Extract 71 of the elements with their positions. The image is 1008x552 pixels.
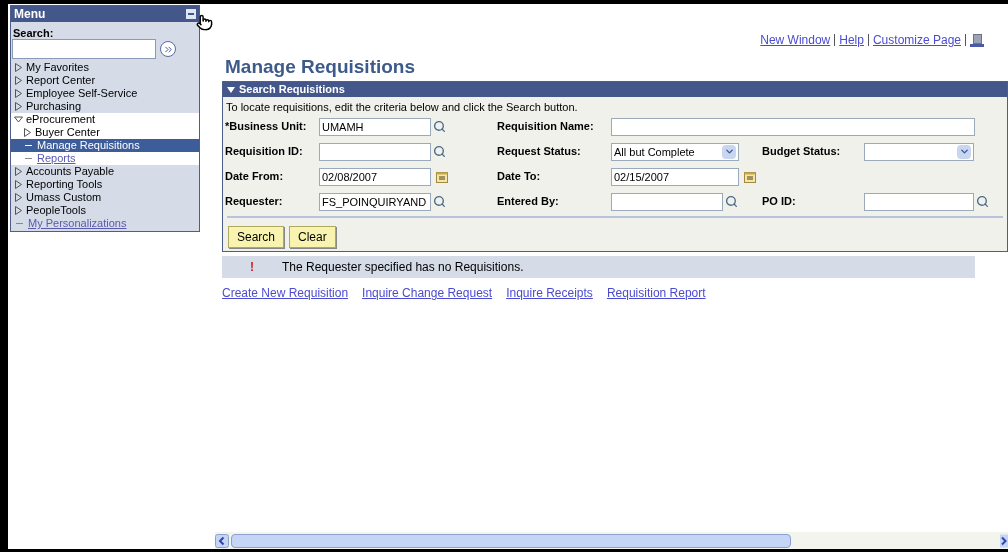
action-button[interactable]: Search xyxy=(228,226,285,248)
field-label: Budget Status: xyxy=(762,144,842,160)
search-lookup-icon[interactable] xyxy=(433,120,446,133)
hand-cursor-icon xyxy=(196,14,213,31)
field-label: *Business Unit: xyxy=(225,119,308,135)
input-field[interactable] xyxy=(319,142,431,161)
scroll-left-icon[interactable] xyxy=(215,533,229,548)
field-label: Entered By: xyxy=(497,194,560,210)
header-link[interactable]: New Window xyxy=(760,31,831,49)
scroll-right-icon[interactable] xyxy=(1000,533,1008,548)
calendar-icon[interactable] xyxy=(436,170,448,183)
message-text: The Requester specified has no Requisitions. xyxy=(282,259,524,276)
menu-item[interactable]: My Favorites xyxy=(11,61,199,74)
input-field[interactable] xyxy=(611,117,975,136)
page-title: Manage Requisitions xyxy=(224,55,417,78)
menu-item[interactable]: My Personalizations xyxy=(11,217,199,230)
menu-search-field[interactable] xyxy=(12,39,156,59)
search-lookup-icon[interactable] xyxy=(725,195,738,208)
search-lookup-icon[interactable] xyxy=(433,195,446,208)
collapsed-triangle-icon[interactable] xyxy=(23,128,32,137)
dash-icon xyxy=(25,158,32,159)
menu-item[interactable]: Manage Requisitions xyxy=(11,139,199,152)
search-lookup-icon[interactable] xyxy=(976,195,989,208)
menu-item[interactable]: Employee Self-Service xyxy=(11,87,199,100)
warning-mark: ! xyxy=(249,259,255,276)
panel-title: Search Requisitions xyxy=(239,82,345,98)
action-link[interactable]: Inquire Receipts xyxy=(506,284,593,302)
dropdown-arrow-icon xyxy=(957,144,971,159)
date-field[interactable]: 02/15/2007 xyxy=(611,167,739,186)
header-link[interactable]: Help xyxy=(839,31,864,49)
scrollbar-thumb[interactable] xyxy=(231,533,791,548)
input-field[interactable]: UMAMH xyxy=(319,117,431,136)
dropdown-arrow-icon xyxy=(722,144,736,159)
expanded-triangle-icon[interactable] xyxy=(14,115,23,124)
menu-item[interactable]: Reporting Tools xyxy=(11,178,199,191)
instructions: To locate requisitions, edit the criteria below and click the Search button. xyxy=(225,100,579,114)
action-button[interactable]: Clear xyxy=(289,226,336,248)
menu-item[interactable]: Umass Custom xyxy=(11,191,199,204)
collapse-icon[interactable] xyxy=(186,9,196,19)
header-link[interactable]: Customize Page xyxy=(872,31,961,49)
menu-title: Menu xyxy=(14,6,46,23)
search-lookup-icon[interactable] xyxy=(433,145,446,158)
field-label: Date To: xyxy=(497,169,542,185)
menu-item[interactable]: Accounts Payable xyxy=(11,165,199,178)
field-label: Requester: xyxy=(225,194,284,210)
horizontal-scrollbar[interactable] xyxy=(215,532,1008,549)
collapse-triangle-icon[interactable] xyxy=(227,86,235,93)
field-label: Date From: xyxy=(225,169,285,185)
menu-item[interactable]: PeopleTools xyxy=(11,204,199,217)
action-link[interactable]: Requisition Report xyxy=(606,284,706,302)
search-label: Search: xyxy=(12,26,55,39)
menu-item[interactable]: Report Center xyxy=(11,74,199,87)
dash-icon xyxy=(25,145,32,146)
field-label: PO ID: xyxy=(762,194,797,210)
input-field[interactable] xyxy=(864,192,974,211)
dash-icon xyxy=(16,223,23,224)
calendar-icon[interactable] xyxy=(744,170,756,183)
menu-item[interactable]: eProcurement xyxy=(11,113,199,126)
menu-item[interactable]: Purchasing xyxy=(11,100,199,113)
field-label: Requisition Name: xyxy=(497,119,595,135)
go-icon[interactable] xyxy=(160,41,176,57)
input-field[interactable] xyxy=(611,192,723,211)
date-field[interactable]: 02/08/2007 xyxy=(319,167,431,186)
input-field[interactable]: FS_POINQUIRYAND xyxy=(319,192,431,211)
action-link[interactable]: Create New Requisition xyxy=(222,284,349,302)
dropdown[interactable]: All but Complete xyxy=(611,142,739,161)
menu-item[interactable]: Buyer Center xyxy=(11,126,199,139)
action-link[interactable]: Inquire Change Request xyxy=(362,284,493,302)
menu-item[interactable]: Reports xyxy=(11,152,199,165)
field-label: Requisition ID: xyxy=(225,144,304,160)
field-label: Request Status: xyxy=(497,144,582,160)
